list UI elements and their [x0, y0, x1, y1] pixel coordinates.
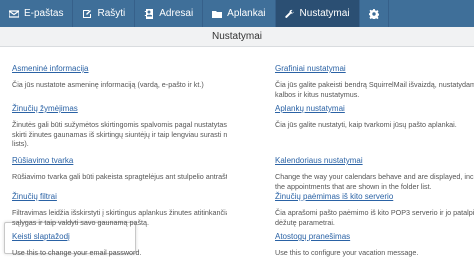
- address-book-icon: [145, 8, 154, 19]
- option-sort-order: Rūšiavimo tvarka Rūšiavimo tvarka gali b…: [12, 150, 227, 182]
- description-line: Žinutės gali būti sužymėtos skirtingomis…: [12, 120, 227, 129]
- option-link[interactable]: Žinučių žymėjimas: [12, 104, 78, 113]
- description-line: Change the way your calendars behave and…: [275, 172, 474, 181]
- tab-aplankai[interactable]: Aplankai: [203, 0, 276, 27]
- gear-icon: [368, 8, 379, 19]
- envelope-icon: [9, 9, 19, 18]
- option-description: Filtravimas leidžia išskirstyti į skirti…: [12, 208, 227, 227]
- tab-adresai[interactable]: Adresai: [135, 0, 204, 27]
- option-description: Rūšiavimo tvarka gali būti pakeista spra…: [12, 172, 227, 182]
- option-message-highlighting: Žinučių žymėjimas Žinutės gali būti sužy…: [12, 98, 227, 149]
- description-line: Čia aprašomi pašto paėmimo iš kito POP3 …: [275, 208, 474, 217]
- description-line: Čia jūs galite pakeisti bendrą SquirrelM…: [275, 80, 474, 89]
- description-line: Filtravimas leidžia išskirstyti į skirti…: [12, 208, 227, 217]
- option-calendar-preferences: Kalendoriaus nustatymai Change the way y…: [275, 150, 474, 191]
- option-description: Čia aprašomi pašto paėmimo iš kito POP3 …: [275, 208, 474, 227]
- description-line: Čia jūs galite nustatyti, kaip tvarkomi …: [275, 120, 457, 129]
- option-description: Use this to change your email password.: [12, 248, 227, 258]
- description-line: Čia jūs nustatote asmeninę informaciją (…: [12, 80, 204, 89]
- option-link[interactable]: Rūšiavimo tvarka: [12, 156, 73, 165]
- wrench-icon: [284, 9, 294, 18]
- option-description: Use this to configure your vacation mess…: [275, 248, 474, 258]
- page-header: Nustatymai: [0, 27, 474, 47]
- description-line: lists).: [12, 139, 29, 149]
- option-link[interactable]: Grafiniai nustatymai: [275, 64, 346, 73]
- option-message-filters: Žinučių filtrai Filtravimas leidžia išsk…: [12, 186, 227, 227]
- option-link[interactable]: Keisti slaptažodį: [12, 232, 70, 241]
- option-personal-info: Asmeninė informacija Čia jūs nustatote a…: [12, 58, 227, 90]
- tab-label: Adresai: [159, 8, 194, 19]
- tab-label: Aplankai: [227, 8, 266, 19]
- tab-label: E-paštas: [24, 8, 64, 19]
- tab-nustatymai[interactable]: Nustatymai: [275, 0, 360, 27]
- option-link[interactable]: Kalendoriaus nustatymai: [275, 156, 363, 165]
- option-vacation-message: Atostogų pranešimas Use this to configur…: [275, 226, 474, 258]
- description-line: skirti žinutes gaunamas iš skirtingų siu…: [12, 129, 227, 139]
- folder-icon: [212, 10, 223, 18]
- option-fetch-mail: Žinučių paėmimas iš kito serverio Čia ap…: [275, 186, 474, 227]
- description-line: Use this to change your email password.: [12, 248, 142, 257]
- option-link[interactable]: Žinučių filtrai: [12, 192, 57, 201]
- option-folder-preferences: Aplankų nustatymai Čia jūs galite nustat…: [275, 98, 474, 130]
- page-title: Nustatymai: [211, 31, 262, 42]
- option-description: Čia jūs nustatote asmeninę informaciją (…: [12, 80, 227, 90]
- option-description: Čia jūs galite pakeisti bendrą SquirrelM…: [275, 80, 474, 99]
- option-link[interactable]: Atostogų pranešimas: [275, 232, 350, 241]
- options-grid: Asmeninė informacija Čia jūs nustatote a…: [0, 48, 474, 258]
- tab-e-pastas[interactable]: E-paštas: [0, 0, 74, 27]
- option-description: Žinutės gali būti sužymėtos skirtingomis…: [12, 120, 227, 149]
- option-link[interactable]: Aplankų nustatymai: [275, 104, 345, 113]
- option-display-preferences: Grafiniai nustatymai Čia jūs galite pake…: [275, 58, 474, 99]
- option-change-password: Keisti slaptažodį Use this to change you…: [12, 226, 227, 258]
- option-link[interactable]: Žinučių paėmimas iš kito serverio: [275, 192, 393, 201]
- compose-icon: [83, 9, 92, 18]
- tab-label: Rašyti: [97, 8, 126, 19]
- description-line: Use this to configure your vacation mess…: [275, 248, 419, 257]
- top-navigation-bar: E-paštas Rašyti Adresai Aplankai Nustaty…: [0, 0, 474, 27]
- option-link[interactable]: Asmeninė informacija: [12, 64, 88, 73]
- description-line: Rūšiavimo tvarka gali būti pakeista spra…: [12, 172, 227, 181]
- tab-rasyti[interactable]: Rašyti: [73, 0, 136, 27]
- settings-gear-button[interactable]: [360, 0, 389, 27]
- tab-label: Nustatymai: [299, 8, 350, 19]
- option-description: Čia jūs galite nustatyti, kaip tvarkomi …: [275, 120, 474, 130]
